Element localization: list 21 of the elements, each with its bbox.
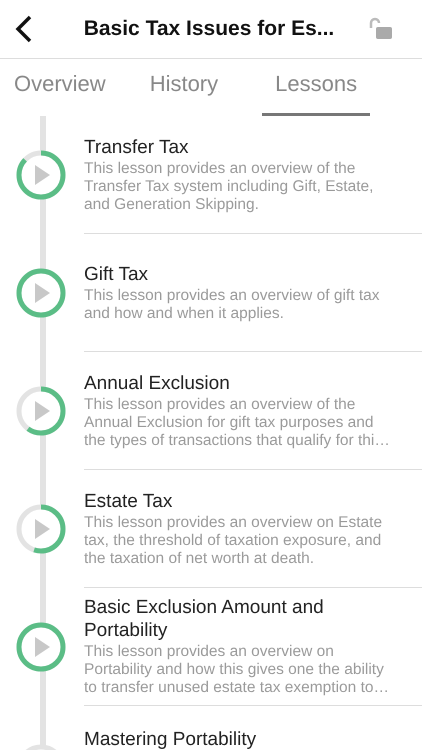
tab[interactable]: Overview (14, 59, 106, 116)
progress-ring[interactable] (14, 620, 68, 674)
lesson-description: This lesson provides an overview on Estate tax, the threshold of taxation exposure, and the taxation of net worth at death. (84, 514, 384, 568)
progress-ring[interactable] (14, 502, 68, 556)
lesson-title[interactable]: Mastering Portability (84, 728, 392, 750)
padlock-icon[interactable] (368, 17, 394, 41)
progress-ring[interactable] (14, 266, 68, 320)
lesson-title[interactable]: Annual Exclusion (84, 372, 392, 394)
lesson-title[interactable]: Gift Tax (84, 262, 392, 286)
lesson-title[interactable]: Basic Exclusion Amount and Portability (84, 596, 392, 642)
screen-title: Basic Tax Issues for Es... (82, 17, 336, 41)
tab[interactable]: Lessons (262, 59, 370, 116)
progress-ring[interactable] (14, 148, 68, 202)
tab[interactable]: History (150, 59, 218, 116)
lesson-title[interactable]: Transfer Tax (84, 136, 392, 158)
lesson-description: This lesson provides an overview on Portability and how this gives one the ability to transfer unused estate tax exemption to… (84, 643, 390, 697)
progress-ring[interactable] (14, 384, 68, 438)
lesson-title[interactable]: Estate Tax (84, 490, 392, 512)
lesson-description: This lesson provides an overview of the Annual Exclusion for gift tax purposes and the types of transactions that qualify for thi… (84, 396, 391, 450)
lesson-description: This lesson provides an overview of the Transfer Tax system including Gift, Estate, and Generation Skipping. (84, 160, 374, 214)
lesson-description: This lesson provides an overview of gift tax and how and when it applies. (84, 286, 380, 322)
